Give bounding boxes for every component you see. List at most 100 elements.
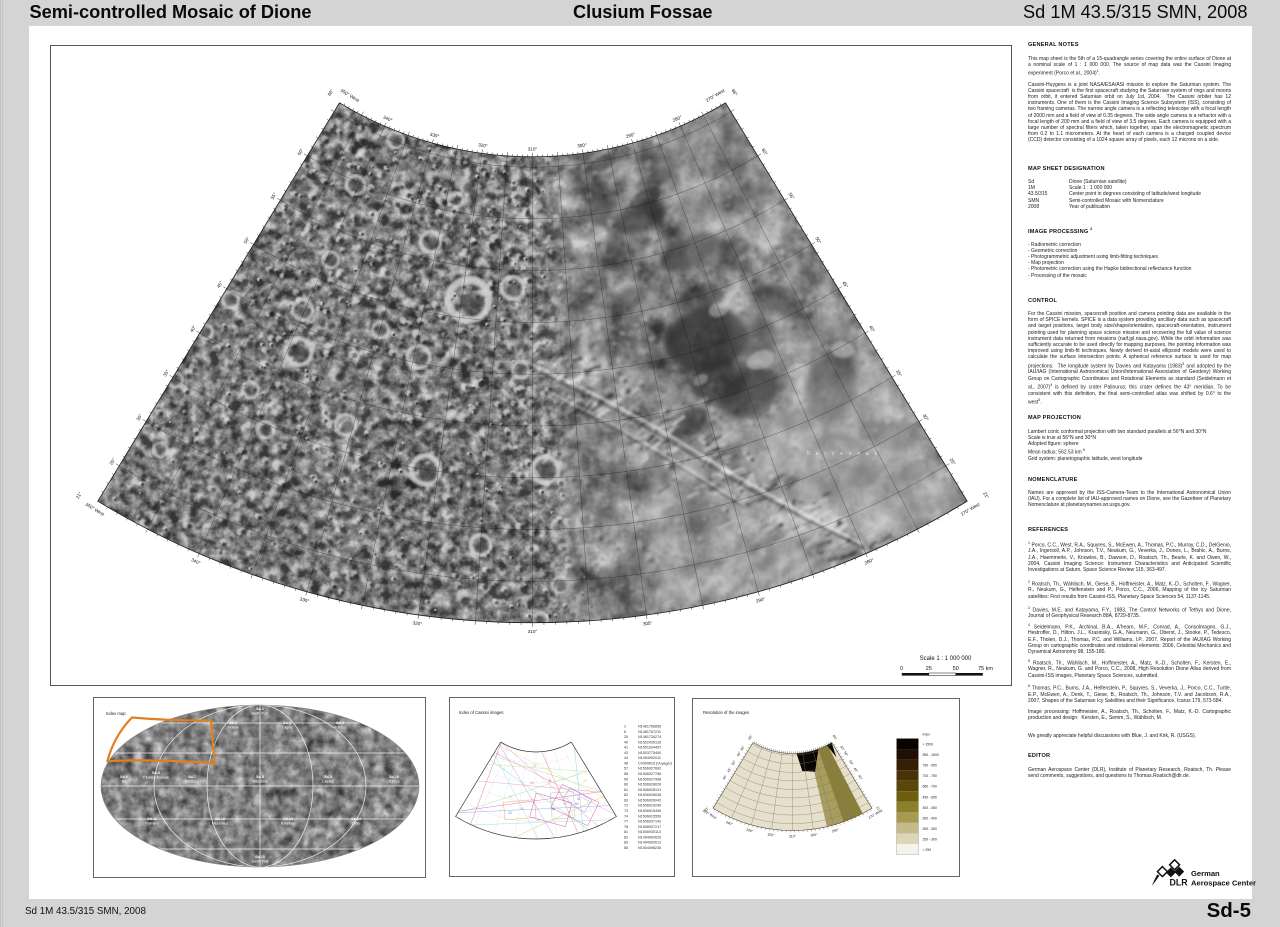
svg-text:Sd-7: Sd-7 [188,775,196,779]
svg-text:Sd-3: Sd-3 [283,721,291,725]
svg-text:74: 74 [624,814,628,818]
svg-text:55°: 55° [269,192,277,201]
svg-text:750 - 950: 750 - 950 [923,763,937,767]
svg-text:58: 58 [624,772,628,776]
svg-text:North Pole: North Pole [251,711,268,715]
svg-text:310°: 310° [527,146,537,151]
svg-text:40°: 40° [857,774,863,781]
svg-text:50°: 50° [242,236,250,245]
svg-text:43: 43 [508,811,512,815]
svg-text:Sd-12: Sd-12 [215,817,225,821]
svg-text:60: 60 [520,807,524,811]
svg-text:44: 44 [624,756,628,760]
svg-text:Aufidus: Aufidus [334,725,346,729]
svg-text:57: 57 [509,795,513,799]
svg-text:320°: 320° [767,832,775,837]
svg-text:N1504498236: N1504498236 [638,845,661,849]
svg-text:66°: 66° [747,733,753,740]
svg-text:South Pole: South Pole [251,859,269,863]
svg-text:N1494992620: N1494992620 [638,835,661,839]
svg-text:59: 59 [624,777,628,781]
svg-text:Sd-5: Sd-5 [152,771,160,775]
svg-text:N1506928026: N1506928026 [638,782,661,786]
svg-text:N1506927766: N1506927766 [638,772,661,776]
svg-text:66°: 66° [832,734,838,741]
svg-text:330°: 330° [746,827,754,833]
svg-text:Resolution of the images: Resolution of the images [703,710,749,715]
svg-text:German: German [1191,869,1220,878]
svg-text:270° West: 270° West [704,88,725,104]
svg-text:Index map: Index map [106,711,126,716]
svg-text:N1502435126: N1502435126 [638,740,661,744]
svg-text:330°: 330° [299,597,310,604]
svg-text:N1506928131: N1506928131 [638,787,661,791]
svg-text:Sd-1: Sd-1 [256,707,264,711]
svg-text:m/px: m/px [923,732,931,736]
svg-text:55°: 55° [787,192,795,201]
svg-text:63: 63 [624,798,628,802]
svg-text:Sd-2: Sd-2 [229,721,237,725]
svg-text:N1481767211: N1481767211 [638,729,661,733]
svg-text:57: 57 [624,766,628,770]
svg-text:75 km: 75 km [978,666,993,672]
svg-text:Scale 1 : 1 000 000: Scale 1 : 1 000 000 [919,656,971,662]
svg-text:Lagus: Lagus [282,725,292,729]
svg-text:350 - 400: 350 - 400 [923,816,937,820]
svg-text:50°: 50° [848,759,854,766]
svg-text:41: 41 [548,779,552,783]
svg-text:30°: 30° [921,413,929,422]
svg-text:N1494992612: N1494992612 [638,840,661,844]
svg-text:C4309616 (Voyager): C4309616 (Voyager) [638,761,672,765]
svg-text:Clusium Fossae: Clusium Fossae [143,775,169,779]
svg-text:N1506927692: N1506927692 [638,766,661,770]
svg-text:N1506915550: N1506915550 [638,814,661,818]
svg-text:Sd-15: Sd-15 [255,855,265,859]
svg-text:320°: 320° [477,142,487,148]
svg-text:300 - 350: 300 - 350 [923,826,937,830]
svg-text:N1494992011: N1494992011 [638,756,661,760]
svg-text:> 1500: > 1500 [923,742,934,746]
svg-text:290°: 290° [755,597,766,604]
svg-text:21°: 21° [74,491,82,500]
svg-text:300°: 300° [810,832,818,837]
svg-text:40°: 40° [189,325,197,334]
svg-text:N1481766856: N1481766856 [638,724,661,728]
svg-text:25°: 25° [948,458,956,467]
svg-text:N1506915406: N1506915406 [638,809,661,813]
svg-text:35°: 35° [162,369,170,378]
svg-text:N1506926042: N1506926042 [638,798,661,802]
svg-text:77: 77 [624,819,628,823]
svg-text:Sd-6: Sd-6 [120,775,128,779]
svg-text:Sd-11: Sd-11 [147,817,157,821]
svg-text:6: 6 [624,729,626,733]
svg-text:650 - 700: 650 - 700 [923,784,937,788]
svg-text:46: 46 [624,761,628,765]
svg-text:< 250: < 250 [923,848,932,852]
svg-text:30°: 30° [135,413,143,422]
svg-text:56°: 56° [843,750,849,757]
svg-text:40: 40 [583,779,587,783]
svg-text:45°: 45° [726,766,732,773]
svg-text:Aerospace Center: Aerospace Center [1191,879,1256,888]
svg-text:66°: 66° [730,88,738,97]
svg-text:Turnus: Turnus [388,779,399,783]
svg-text:60: 60 [624,782,628,786]
svg-text:Sd-10: Sd-10 [389,775,399,779]
svg-text:40: 40 [624,740,628,744]
svg-text:44: 44 [530,781,534,785]
svg-text:Sd-14: Sd-14 [351,817,361,821]
svg-text:62: 62 [624,793,628,797]
svg-text:N1506937142: N1506937142 [638,819,661,823]
svg-text:50: 50 [952,666,958,672]
svg-text:290°: 290° [625,132,636,139]
svg-text:59: 59 [563,802,567,806]
svg-text:85: 85 [624,845,628,849]
svg-text:290°: 290° [831,827,839,833]
svg-text:45°: 45° [215,280,223,289]
svg-text:62: 62 [575,802,579,806]
svg-text:60°: 60° [296,148,304,157]
svg-text:N1506927908: N1506927908 [638,777,661,781]
svg-text:250 - 300: 250 - 300 [923,837,937,841]
svg-text:35°: 35° [894,369,902,378]
svg-text:41: 41 [624,745,628,749]
